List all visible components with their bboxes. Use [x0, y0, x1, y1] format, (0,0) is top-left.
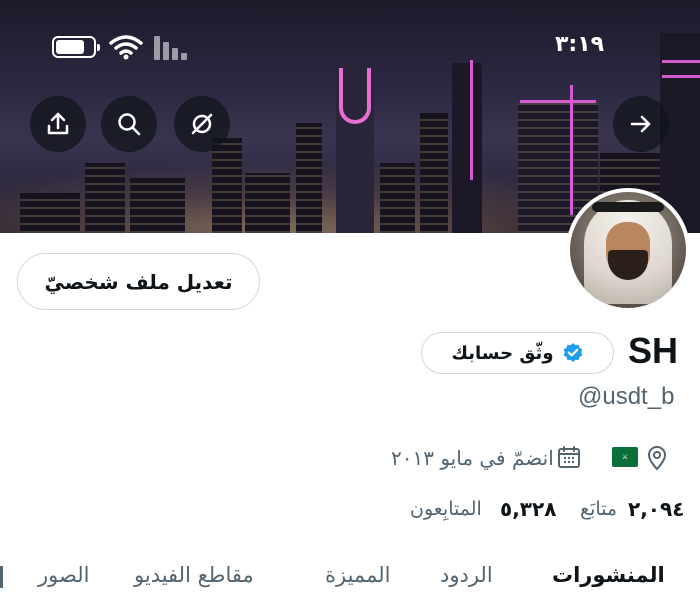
tab-posts[interactable]: المنشورات	[552, 563, 665, 587]
battery-level	[56, 40, 84, 54]
display-name: SH	[628, 330, 679, 371]
get-verified-button[interactable]: وثّق حسابك	[421, 332, 614, 374]
joined-date: انضمّ في مايو ٢٠١٣	[391, 446, 554, 470]
cellular-signal-icon	[154, 36, 190, 60]
edit-profile-button[interactable]: تعديل ملف شخصيّ	[17, 253, 260, 310]
user-handle: @usdt_b	[578, 383, 675, 410]
tab-videos[interactable]: مقاطع الفيديو	[134, 563, 254, 587]
banner-building	[245, 173, 290, 233]
verified-badge-icon	[563, 343, 582, 362]
search-icon	[118, 113, 141, 136]
banner-tower-light	[662, 60, 700, 63]
banner-building	[212, 138, 242, 233]
location-pin-icon	[647, 445, 667, 471]
banner-building	[85, 163, 125, 233]
banner-building	[380, 163, 415, 233]
grok-button[interactable]	[174, 96, 230, 152]
status-time: ٣:١٩	[555, 32, 605, 57]
saudi-flag-icon: ⚔	[612, 447, 638, 467]
tab-overflow-edge	[0, 566, 3, 588]
following-label[interactable]: متابَع	[580, 498, 617, 520]
profile-avatar[interactable]	[566, 188, 690, 312]
tab-highlights[interactable]: المميزة	[325, 563, 390, 587]
avatar-photo	[570, 192, 686, 308]
upload-icon	[47, 112, 69, 135]
flag-emblem: ⚔	[621, 453, 629, 461]
search-button[interactable]	[101, 96, 157, 152]
arrow-right-icon	[630, 115, 651, 133]
followers-label[interactable]: المتابِعون	[410, 498, 482, 520]
tab-replies[interactable]: الردود	[440, 563, 493, 587]
battery-icon	[52, 36, 100, 58]
calendar-icon	[558, 446, 580, 468]
grok-icon	[191, 113, 213, 135]
banner-building	[20, 193, 80, 233]
banner-building	[420, 113, 448, 233]
banner-tower-light	[570, 85, 573, 215]
banner-building	[296, 123, 322, 233]
battery-nub	[97, 44, 100, 51]
banner-building	[130, 178, 185, 233]
avatar-agal	[592, 202, 664, 212]
banner-tower-light	[520, 100, 596, 103]
banner-tower-light	[470, 60, 473, 180]
following-count[interactable]: ٢,٠٩٤	[628, 497, 684, 521]
kingdom-tower-arch	[339, 68, 371, 124]
back-button[interactable]	[613, 96, 669, 152]
get-verified-label: وثّق حسابك	[451, 342, 554, 364]
banner-tower	[452, 63, 482, 233]
share-button[interactable]	[30, 96, 86, 152]
followers-count[interactable]: ٥,٣٢٨	[500, 497, 556, 521]
banner-tower-light	[662, 75, 700, 78]
wifi-icon	[109, 35, 143, 60]
tab-photos[interactable]: الصور	[38, 563, 89, 587]
